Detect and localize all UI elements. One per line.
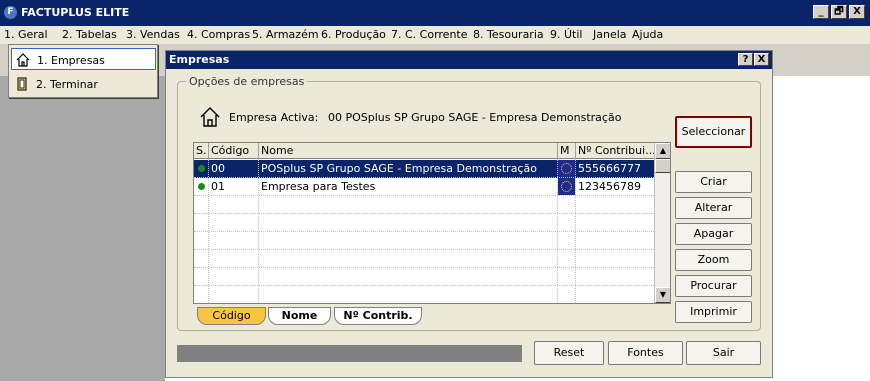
dropdown-item-terminar[interactable]: 2. Terminar [11, 73, 156, 95]
seleccionar-button[interactable]: Seleccionar [675, 116, 752, 148]
column-header-status[interactable]: S. [196, 144, 206, 157]
scroll-down-arrow-icon[interactable]: ▼ [655, 287, 670, 303]
column-header-nome[interactable]: Nome [261, 144, 293, 157]
empty-row [194, 214, 654, 232]
reset-button[interactable]: Reset [534, 341, 604, 365]
empty-row [194, 250, 654, 268]
eu-flag-icon [558, 160, 575, 177]
cell-contribuinte: 555666777 [578, 162, 641, 175]
table-header: S. Código Nome M Nº Contribui... [194, 143, 656, 159]
dialog-title-bar: Empresas ? X [166, 51, 772, 69]
menu-util[interactable]: 9. Útil [550, 28, 582, 41]
tab-contribuinte[interactable]: Nº Contrib. [334, 307, 422, 325]
table-row[interactable]: 01 Empresa para Testes 123456789 [194, 178, 654, 196]
column-header-codigo[interactable]: Código [211, 144, 249, 157]
fontes-button[interactable]: Fontes [608, 341, 683, 365]
menu-bar: 1. Geral 2. Tabelas 3. Vendas 4. Compras… [0, 26, 870, 44]
app-title-bar: F FACTUPLUS ELITE _ 🗗 X [0, 0, 870, 26]
maximize-button[interactable]: 🗗 [831, 5, 847, 19]
menu-vendas[interactable]: 3. Vendas [126, 28, 180, 41]
cell-nome: POSplus SP Grupo SAGE - Empresa Demonstr… [261, 162, 537, 175]
menu-ajuda[interactable]: Ajuda [632, 28, 663, 41]
procurar-button[interactable]: Procurar [675, 275, 752, 297]
cell-codigo: 00 [211, 162, 225, 175]
column-header-m[interactable]: M [560, 144, 570, 157]
status-dot [198, 165, 205, 172]
minimize-button[interactable]: _ [813, 5, 829, 19]
criar-button[interactable]: Criar [675, 171, 752, 193]
progress-bar [177, 345, 522, 362]
empty-row [194, 268, 654, 286]
column-divider [575, 159, 576, 303]
dropdown-item-label: 1. Empresas [37, 54, 105, 67]
zoom-button[interactable]: Zoom [675, 249, 752, 271]
geral-dropdown-menu: 1. Empresas 2. Terminar [8, 44, 158, 98]
cell-nome: Empresa para Testes [261, 180, 376, 193]
cell-codigo: 01 [211, 180, 225, 193]
home-icon [16, 53, 30, 67]
column-header-contribuinte[interactable]: Nº Contribui... [578, 144, 656, 157]
status-dot [198, 183, 205, 190]
dialog-title: Empresas [169, 53, 230, 66]
help-button[interactable]: ? [738, 53, 753, 66]
empresas-dialog: Empresas ? X Opções de empresas Empresa … [165, 50, 773, 378]
dialog-close-button[interactable]: X [754, 53, 769, 66]
active-company-value: 00 POSplus SP Grupo SAGE - Empresa Demon… [328, 111, 622, 124]
menu-janela[interactable]: Janela [593, 28, 627, 41]
cell-contribuinte: 123456789 [578, 180, 641, 193]
dropdown-item-empresas[interactable]: 1. Empresas [11, 48, 156, 70]
companies-table: S. Código Nome M Nº Contribui... 00 POSp… [193, 142, 671, 304]
column-divider [557, 159, 558, 303]
alterar-button[interactable]: Alterar [675, 197, 752, 219]
menu-armazem[interactable]: 5. Armazém [252, 28, 319, 41]
active-company-label: Empresa Activa: [229, 111, 319, 124]
menu-compras[interactable]: 4. Compras [187, 28, 250, 41]
column-divider [208, 159, 209, 303]
empty-row [194, 196, 654, 214]
group-title: Opções de empresas [186, 75, 308, 88]
imprimir-button[interactable]: Imprimir [675, 301, 752, 323]
app-title: FACTUPLUS ELITE [21, 6, 130, 19]
menu-geral[interactable]: 1. Geral [4, 28, 48, 41]
workspace-background [0, 76, 165, 381]
apagar-button[interactable]: Apagar [675, 223, 752, 245]
menu-c-corrente[interactable]: 7. C. Corrente [391, 28, 468, 41]
home-icon [200, 107, 220, 127]
table-row[interactable]: 00 POSplus SP Grupo SAGE - Empresa Demon… [194, 160, 654, 178]
menu-tabelas[interactable]: 2. Tabelas [62, 28, 117, 41]
sair-button[interactable]: Sair [686, 341, 761, 365]
exit-door-icon [17, 77, 27, 91]
tab-nome[interactable]: Nome [268, 307, 331, 325]
app-logo-icon: F [4, 6, 17, 19]
menu-tesouraria[interactable]: 8. Tesouraria [473, 28, 544, 41]
eu-flag-icon [558, 178, 575, 195]
scroll-up-arrow-icon[interactable]: ▲ [655, 143, 670, 159]
close-button[interactable]: X [849, 5, 865, 19]
scrollbar-thumb[interactable] [655, 159, 670, 173]
menu-producao[interactable]: 6. Produção [321, 28, 386, 41]
tab-codigo[interactable]: Código [197, 307, 266, 325]
vertical-scrollbar[interactable]: ▲ ▼ [654, 143, 670, 303]
empty-row [194, 232, 654, 250]
dropdown-item-label: 2. Terminar [36, 78, 98, 91]
column-divider [258, 159, 259, 303]
